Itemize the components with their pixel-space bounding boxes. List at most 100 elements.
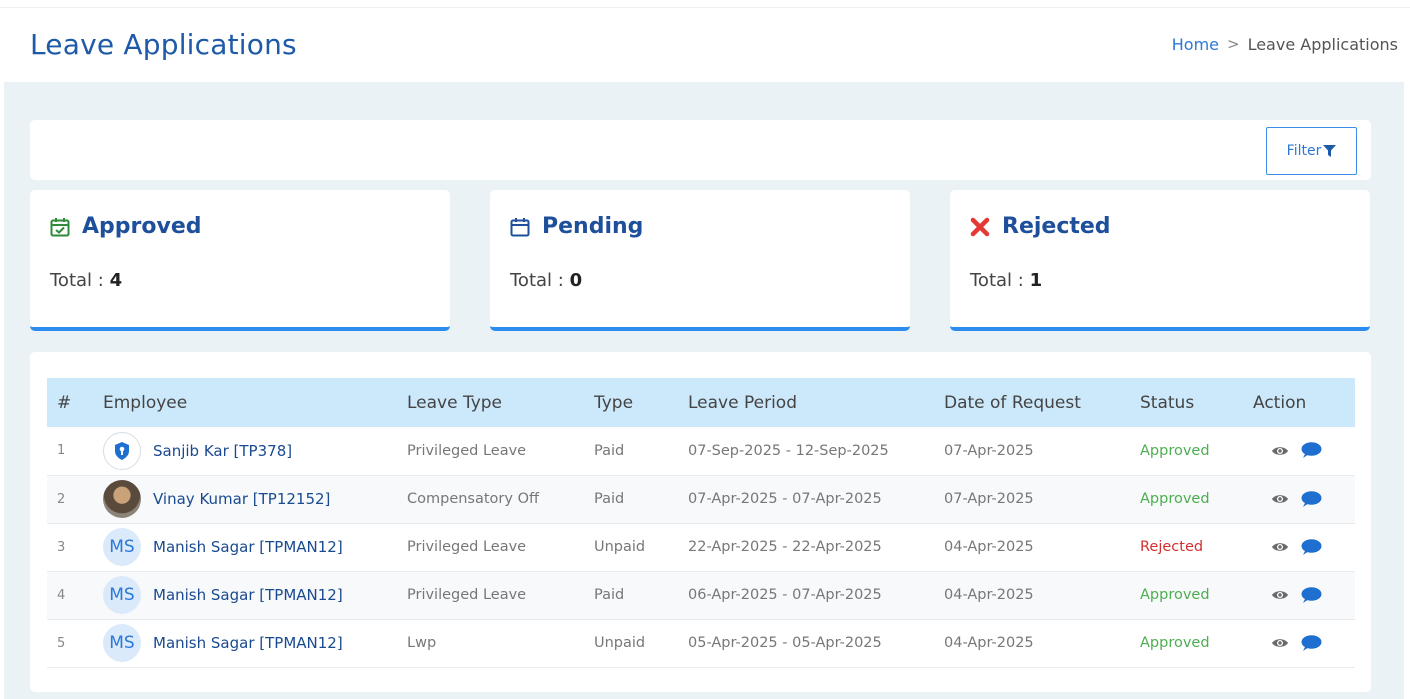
leave-type-cell: Privileged Leave (407, 587, 527, 603)
page-title: Leave Applications (30, 27, 297, 61)
rejected-total-value: 1 (1029, 270, 1043, 291)
leave-period-cell: 07-Apr-2025 - 07-Apr-2025 (688, 491, 882, 507)
breadcrumb-current: Leave Applications (1247, 34, 1398, 54)
rejected-card-title: Rejected (1002, 214, 1111, 239)
initials-avatar: MS (103, 576, 141, 614)
action-cell (1243, 475, 1355, 523)
row-actions (1253, 490, 1345, 508)
row-index: 3 (57, 539, 66, 555)
action-cell (1243, 619, 1355, 667)
eye-icon (1272, 591, 1288, 599)
employee-name-link[interactable]: Vinay Kumar [TP12152] (153, 490, 330, 508)
table-row: 1 Sanjib Kar [TP378] Privileged Leave Pa… (47, 427, 1355, 475)
request-date-cell: 04-Apr-2025 (944, 587, 1034, 603)
leave-type-cell: Privileged Leave (407, 442, 527, 459)
leave-type-cell: Lwp (407, 635, 437, 651)
rejected-total-label: Total : (970, 270, 1024, 291)
table-row: 5 MS Manish Sagar [TPMAN12] Lwp Unpaid 0… (47, 619, 1355, 667)
table-header-row: # Employee Leave Type Type Leave Period … (47, 378, 1355, 427)
pending-card-header: Pending (510, 214, 643, 239)
rejected-card-header: Rejected (970, 214, 1111, 239)
eye-icon (1272, 543, 1288, 551)
comment-icon (1301, 538, 1322, 555)
approved-card-title: Approved (82, 214, 202, 239)
leave-period-cell: 22-Apr-2025 - 22-Apr-2025 (688, 539, 882, 555)
breadcrumb-home-link[interactable]: Home (1172, 35, 1219, 54)
column-header-leave-period: Leave Period (688, 392, 797, 413)
row-index: 5 (57, 635, 66, 651)
status-cell: Approved (1140, 587, 1210, 603)
initials-avatar: MS (103, 528, 141, 566)
employee-name-link[interactable]: Sanjib Kar [TP378] (153, 442, 292, 460)
funnel-icon (1323, 145, 1337, 157)
row-actions (1253, 634, 1345, 652)
rejected-total: Total : 1 (970, 270, 1042, 291)
action-cell (1243, 427, 1355, 475)
comment-button[interactable] (1301, 538, 1322, 556)
view-button[interactable] (1271, 637, 1289, 649)
action-cell (1243, 571, 1355, 619)
pending-card-title: Pending (542, 214, 644, 239)
view-button[interactable] (1271, 445, 1289, 457)
column-header-status: Status (1140, 392, 1195, 413)
comment-button[interactable] (1301, 442, 1322, 459)
x-mark-icon (970, 217, 990, 236)
status-cell: Approved (1140, 442, 1210, 459)
employee-info: MS Manish Sagar [TPMAN12] (103, 576, 387, 614)
employee-name-link[interactable]: Manish Sagar [TPMAN12] (153, 538, 343, 556)
view-button[interactable] (1271, 541, 1289, 553)
comment-icon (1301, 634, 1322, 651)
breadcrumb: Home > Leave Applications (1172, 35, 1398, 54)
status-cell: Approved (1140, 635, 1210, 651)
filter-button[interactable]: Filter (1266, 127, 1357, 175)
employee-name-link[interactable]: Manish Sagar [TPMAN12] (153, 586, 343, 604)
view-button[interactable] (1271, 493, 1289, 505)
leave-type-cell: Privileged Leave (407, 539, 527, 555)
table-row: 2 Vinay Kumar [TP12152] Compensatory Off… (47, 475, 1355, 523)
employee-name-link[interactable]: Manish Sagar [TPMAN12] (153, 634, 343, 652)
employee-cell: MS Manish Sagar [TPMAN12] (93, 619, 397, 667)
pay-type-cell: Unpaid (594, 635, 646, 651)
action-cell (1243, 523, 1355, 571)
table-row: 3 MS Manish Sagar [TPMAN12] Privileged L… (47, 523, 1355, 571)
initials-avatar: MS (103, 624, 141, 662)
top-strip (0, 0, 1410, 8)
row-index: 4 (57, 587, 66, 603)
comment-button[interactable] (1301, 490, 1322, 508)
eye-icon (1272, 495, 1288, 503)
filter-bar: Filter (30, 120, 1371, 180)
column-header-date-of-request: Date of Request (944, 392, 1081, 413)
column-header-employee: Employee (103, 392, 188, 413)
status-cell: Approved (1140, 491, 1210, 507)
rejected-summary-card: Rejected Total : 1 (950, 190, 1370, 331)
pay-type-cell: Paid (594, 587, 625, 603)
approved-total-label: Total : (50, 270, 104, 291)
calendar-check-icon (50, 217, 70, 236)
comment-button[interactable] (1301, 634, 1322, 652)
approved-summary-card: Approved Total : 4 (30, 190, 450, 331)
column-header-index: # (57, 392, 72, 413)
row-actions (1253, 538, 1345, 556)
leave-table-panel: # Employee Leave Type Type Leave Period … (30, 352, 1371, 692)
employee-cell: MS Manish Sagar [TPMAN12] (93, 523, 397, 571)
column-header-type: Type (594, 392, 634, 413)
leave-type-cell: Compensatory Off (407, 491, 539, 507)
row-index: 2 (57, 491, 66, 507)
request-date-cell: 07-Apr-2025 (944, 491, 1034, 507)
pending-total-label: Total : (510, 270, 564, 291)
employee-info: MS Manish Sagar [TPMAN12] (103, 528, 387, 566)
view-button[interactable] (1271, 589, 1289, 601)
comment-button[interactable] (1301, 586, 1322, 604)
pending-summary-card: Pending Total : 0 (490, 190, 910, 331)
leave-period-cell: 05-Apr-2025 - 05-Apr-2025 (688, 635, 882, 651)
calendar-icon (510, 217, 530, 236)
shield-logo-icon (115, 441, 129, 460)
approved-total-value: 4 (109, 270, 123, 291)
eye-icon (1272, 639, 1288, 647)
pending-total: Total : 0 (510, 270, 582, 291)
pay-type-cell: Unpaid (594, 539, 646, 555)
row-actions (1253, 442, 1345, 459)
breadcrumb-separator: > (1227, 35, 1240, 53)
company-logo-avatar (103, 431, 141, 470)
approved-card-header: Approved (50, 214, 202, 239)
